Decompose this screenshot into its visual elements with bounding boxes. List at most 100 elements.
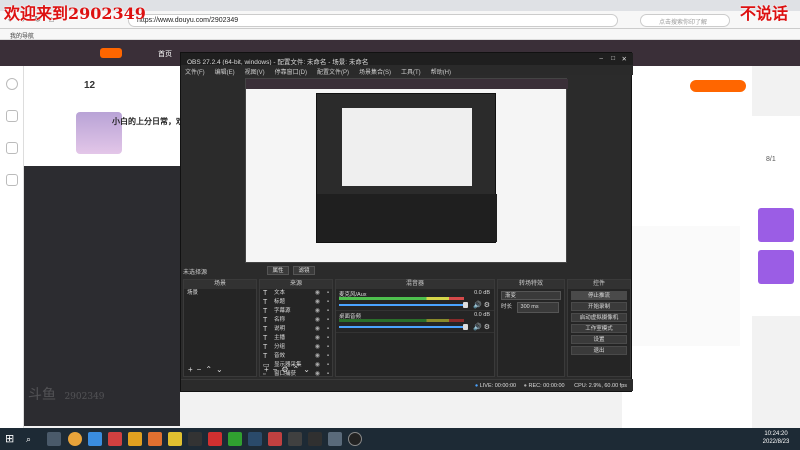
app-icon[interactable] (108, 432, 122, 446)
source-item[interactable]: T 字幕源 ◉ ▪ (260, 307, 332, 316)
obs-icon[interactable] (348, 432, 362, 446)
sidebar-icon[interactable] (6, 174, 18, 186)
properties-button[interactable]: 属性 (267, 266, 289, 275)
menu-help[interactable]: 帮助(H) (431, 70, 451, 76)
volume-slider[interactable] (339, 324, 468, 330)
close-icon[interactable]: ✕ (622, 55, 627, 63)
obs-window[interactable]: OBS 27.2.4 (64-bit, windows) - 配置文件: 未命名… (180, 52, 633, 392)
app-icon[interactable] (88, 432, 102, 446)
settings-button[interactable]: 设置 (571, 335, 627, 344)
menu-file[interactable]: 文件(F) (185, 70, 205, 76)
menu-scene-collection[interactable]: 场景集合(S) (359, 70, 391, 76)
minimize-icon[interactable]: – (599, 55, 603, 62)
down-icon[interactable]: ⌄ (303, 365, 314, 374)
sidebar-icon[interactable] (6, 110, 18, 122)
obs-preview[interactable] (245, 78, 568, 263)
lock-icon[interactable]: ▪ (327, 370, 329, 379)
transition-select[interactable]: 渐变 (501, 291, 561, 300)
source-item[interactable]: T 标题 ◉ ▪ (260, 298, 332, 307)
app-icon[interactable] (188, 432, 202, 446)
eye-icon[interactable]: ◉ (315, 289, 320, 298)
browser-search-input[interactable]: 点击搜索你印了解 (640, 14, 730, 27)
scene-item[interactable]: 场景 (184, 289, 256, 298)
app-icon[interactable] (288, 432, 302, 446)
app-icon[interactable] (308, 432, 322, 446)
lock-icon[interactable]: ▪ (327, 298, 329, 307)
maximize-icon[interactable]: □ (611, 55, 615, 62)
promo-banner[interactable] (758, 250, 794, 284)
eye-icon[interactable]: ◉ (315, 316, 320, 325)
eye-icon[interactable]: ◉ (315, 352, 320, 361)
app-icon[interactable] (228, 432, 242, 446)
lock-icon[interactable]: ▪ (327, 307, 329, 316)
start-virtual-camera-button[interactable]: 启动虚拟摄像机 (571, 313, 627, 322)
lock-icon[interactable]: ▪ (327, 289, 329, 298)
lock-icon[interactable]: ▪ (327, 361, 329, 370)
eye-icon[interactable]: ◉ (315, 307, 320, 316)
lock-icon[interactable]: ▪ (327, 352, 329, 361)
nav-home-link[interactable]: 首页 (158, 49, 172, 59)
task-view-icon[interactable] (47, 432, 61, 446)
source-item[interactable]: T 说明 ◉ ▪ (260, 325, 332, 334)
pc-client-button[interactable] (690, 80, 746, 92)
menu-docks[interactable]: 停靠窗口(D) (275, 70, 307, 76)
start-recording-button[interactable]: 开始录制 (571, 302, 627, 311)
up-icon[interactable]: ⌃ (205, 365, 216, 374)
windows-start-icon[interactable]: ⊞ (5, 432, 19, 446)
add-icon[interactable]: + (264, 365, 273, 374)
source-item[interactable]: T 名称 ◉ ▪ (260, 316, 332, 325)
eye-icon[interactable]: ◉ (315, 298, 320, 307)
lock-icon[interactable]: ▪ (327, 343, 329, 352)
source-item[interactable]: T 文本 ◉ ▪ (260, 289, 332, 298)
eye-icon[interactable]: ◉ (315, 361, 320, 370)
stop-streaming-button[interactable]: 停止推流 (571, 291, 627, 300)
address-bar[interactable]: https://www.douyu.com/2902349 (128, 14, 618, 27)
gear-icon[interactable]: ⚙ (281, 365, 292, 374)
filters-button[interactable]: 滤镜 (293, 266, 315, 275)
duration-input[interactable]: 300 ms (516, 302, 559, 313)
slider-knob[interactable] (463, 302, 468, 308)
gear-icon[interactable]: ⚙ (484, 302, 490, 309)
lock-icon[interactable]: ▪ (327, 325, 329, 334)
lock-icon[interactable]: ▪ (327, 334, 329, 343)
up-icon[interactable]: ⌃ (293, 365, 304, 374)
search-icon[interactable]: ⌕ (26, 432, 40, 446)
studio-mode-button[interactable]: 工作室模式 (571, 324, 627, 333)
speaker-icon[interactable]: 🔊 (473, 302, 482, 309)
chrome-icon[interactable] (68, 432, 82, 446)
folder-icon[interactable] (128, 432, 142, 446)
system-clock[interactable]: 10:24:20 2022/8/23 (756, 430, 796, 448)
add-icon[interactable]: + (188, 365, 197, 374)
eye-icon[interactable]: ◉ (315, 325, 320, 334)
app-icon[interactable] (148, 432, 162, 446)
speaker-icon[interactable]: 🔊 (473, 324, 482, 331)
sidebar-icon[interactable] (6, 78, 18, 90)
app-icon[interactable] (268, 432, 282, 446)
source-item[interactable]: T 分组 ◉ ▪ (260, 343, 332, 352)
menu-profile[interactable]: 配置文件(P) (317, 70, 349, 76)
exit-button[interactable]: 退出 (571, 346, 627, 355)
app-icon[interactable] (208, 432, 222, 446)
lock-icon[interactable]: ▪ (327, 316, 329, 325)
volume-slider[interactable] (339, 302, 468, 308)
menu-edit[interactable]: 编辑(E) (215, 70, 235, 76)
sidebar-icon[interactable] (6, 142, 18, 154)
slider-knob[interactable] (463, 324, 468, 330)
eye-icon[interactable]: ◉ (315, 370, 320, 379)
source-item[interactable]: T 主播 ◉ ▪ (260, 334, 332, 343)
menu-tools[interactable]: 工具(T) (401, 70, 421, 76)
eye-icon[interactable]: ◉ (315, 334, 320, 343)
douyu-logo[interactable] (100, 48, 122, 58)
app-icon[interactable] (168, 432, 182, 446)
menu-view[interactable]: 视图(V) (245, 70, 265, 76)
transitions-dock-header: 转场特效 (498, 280, 564, 289)
gear-icon[interactable]: ⚙ (484, 324, 490, 331)
app-icon[interactable] (328, 432, 342, 446)
promo-banner[interactable] (758, 208, 794, 242)
source-item[interactable]: T 音效 ◉ ▪ (260, 352, 332, 361)
eye-icon[interactable]: ◉ (315, 343, 320, 352)
scenes-dock: 场景 场景 +−⌃⌄ (183, 279, 257, 377)
down-icon[interactable]: ⌄ (216, 365, 227, 374)
bookmark-item[interactable]: 我的导航 (10, 31, 34, 40)
steam-icon[interactable] (248, 432, 262, 446)
